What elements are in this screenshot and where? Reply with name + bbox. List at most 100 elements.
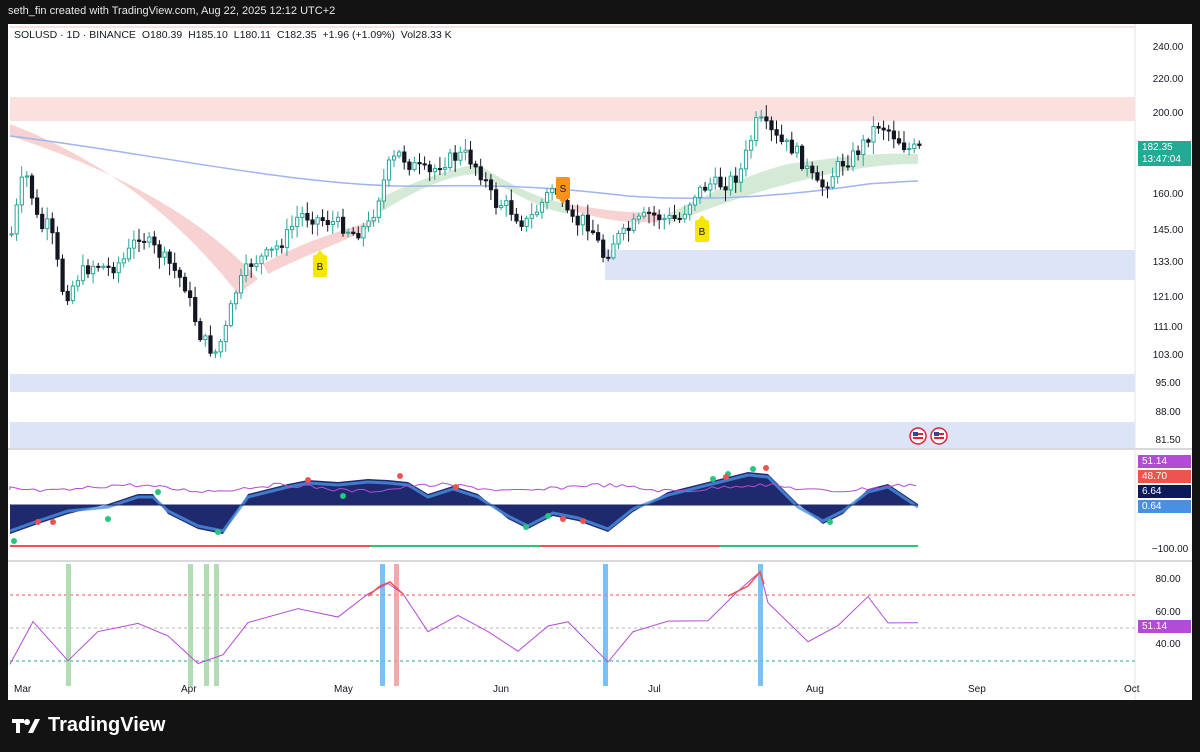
candle-body — [504, 200, 509, 207]
candle-body — [366, 220, 371, 228]
candle-body — [315, 217, 320, 225]
osc-buy-dot — [827, 519, 833, 525]
candle-body — [310, 219, 315, 225]
candle-body — [845, 165, 851, 168]
osc-sell-dot — [453, 484, 459, 490]
symbol-legend[interactable]: SOLUSD · 1D · BINANCE O180.39 H185.10 L1… — [14, 29, 455, 41]
candle-body — [412, 162, 417, 170]
candle-body — [575, 215, 580, 226]
candle-body — [290, 225, 295, 231]
price-tick: 81.50 — [1155, 435, 1180, 446]
candle-body — [871, 126, 876, 143]
candle-body — [371, 216, 376, 222]
candle-body — [524, 217, 529, 227]
price-axis[interactable]: 240.00 220.00 200.00 160.00 145.00 133.00 121.… — [1153, 42, 1184, 446]
candle-body — [509, 200, 514, 215]
candle-body — [167, 251, 172, 264]
candle-body — [443, 166, 448, 170]
candle-body — [652, 212, 657, 216]
candle-body — [754, 117, 759, 142]
osc-buy-dot — [545, 513, 551, 519]
candle-body — [213, 351, 218, 354]
time-axis[interactable]: Mar Apr May Jun Jul Aug Sep Oct — [14, 684, 1140, 695]
tradingview-logo[interactable]: TradingView — [12, 714, 165, 737]
open-label: O — [141, 29, 151, 41]
candle-body — [636, 215, 641, 220]
osc-tag-1: 51.14 — [1138, 455, 1191, 468]
candle-body — [320, 217, 325, 222]
osc-buy-dot — [105, 516, 111, 522]
candle-body — [728, 175, 733, 191]
price-tick: 88.00 — [1155, 407, 1180, 418]
candle-body — [805, 165, 810, 169]
high-value: 185.10 — [195, 29, 228, 41]
candle-body — [641, 211, 647, 217]
candle-body — [381, 179, 386, 202]
rsi-highlight-bar — [214, 564, 219, 686]
candle-body — [912, 143, 917, 150]
candle-body — [662, 217, 667, 221]
chart-area[interactable]: B S B −100.00 80.00 60.00 40.00 240.00 220.00… — [8, 24, 1192, 700]
rsi-line — [9, 570, 919, 665]
candle-body — [667, 215, 672, 219]
osc-sell-dot — [305, 477, 311, 483]
candle-body — [483, 179, 488, 182]
candles — [9, 105, 922, 358]
candle-body — [193, 296, 198, 323]
candle-body — [341, 216, 346, 234]
app-frame: seth_fin created with TradingView.com, A… — [0, 0, 1200, 752]
candle-body — [759, 116, 764, 119]
candle-body — [45, 218, 50, 230]
price-tick: 145.00 — [1153, 225, 1184, 236]
price-tick: 95.00 — [1155, 378, 1180, 389]
brand-name: TradingView — [48, 714, 166, 736]
candle-body — [264, 249, 269, 257]
chart-canvas[interactable]: B S B −100.00 80.00 60.00 40.00 240.00 220.00… — [8, 24, 1192, 700]
rsi-highlight-bar — [380, 564, 385, 686]
candle-body — [147, 236, 152, 243]
candle-body — [616, 232, 621, 245]
us-flag-icon-2[interactable] — [930, 427, 948, 445]
candle-body — [305, 212, 310, 221]
candle-body — [774, 129, 779, 136]
candle-body — [886, 129, 891, 132]
us-flag-icon[interactable] — [909, 427, 927, 445]
candle-body — [203, 335, 208, 341]
candle-body — [137, 239, 142, 242]
candle-body — [647, 211, 652, 214]
candle-body — [713, 176, 718, 185]
candle-body — [494, 189, 499, 208]
price-tick: 121.00 — [1153, 292, 1184, 303]
candle-body — [392, 155, 397, 161]
candle-body — [101, 265, 106, 268]
rsi-tick: 40.00 — [1155, 639, 1180, 650]
osc-buy-dot — [155, 489, 161, 495]
candle-body — [590, 230, 596, 234]
candle-body — [601, 239, 606, 258]
candle-body — [111, 266, 116, 274]
candle-body — [29, 175, 35, 199]
candle-body — [534, 211, 539, 216]
candle-body — [437, 168, 443, 171]
candle-body — [254, 263, 259, 267]
rsi-highlight-bar — [66, 564, 71, 686]
candle-body — [376, 200, 381, 218]
candle-body — [427, 164, 432, 173]
candle-body — [698, 186, 703, 198]
candle-body — [157, 244, 162, 258]
candle-body — [917, 143, 922, 146]
candle-body — [769, 120, 774, 131]
candle-body — [692, 196, 698, 206]
time-tick: Jun — [493, 684, 509, 695]
price-tick: 240.00 — [1153, 42, 1184, 53]
signal-marker-b[interactable]: B — [313, 250, 327, 277]
candle-body — [473, 163, 478, 168]
candle-body — [70, 285, 75, 302]
osc-bar-red-1 — [10, 545, 370, 547]
candle-body — [335, 216, 341, 223]
signal-marker-b[interactable]: B — [695, 215, 709, 242]
osc-sell-dot — [723, 474, 729, 480]
price-tick: 220.00 — [1153, 74, 1184, 85]
candle-body — [453, 152, 458, 161]
candle-body — [325, 220, 330, 226]
